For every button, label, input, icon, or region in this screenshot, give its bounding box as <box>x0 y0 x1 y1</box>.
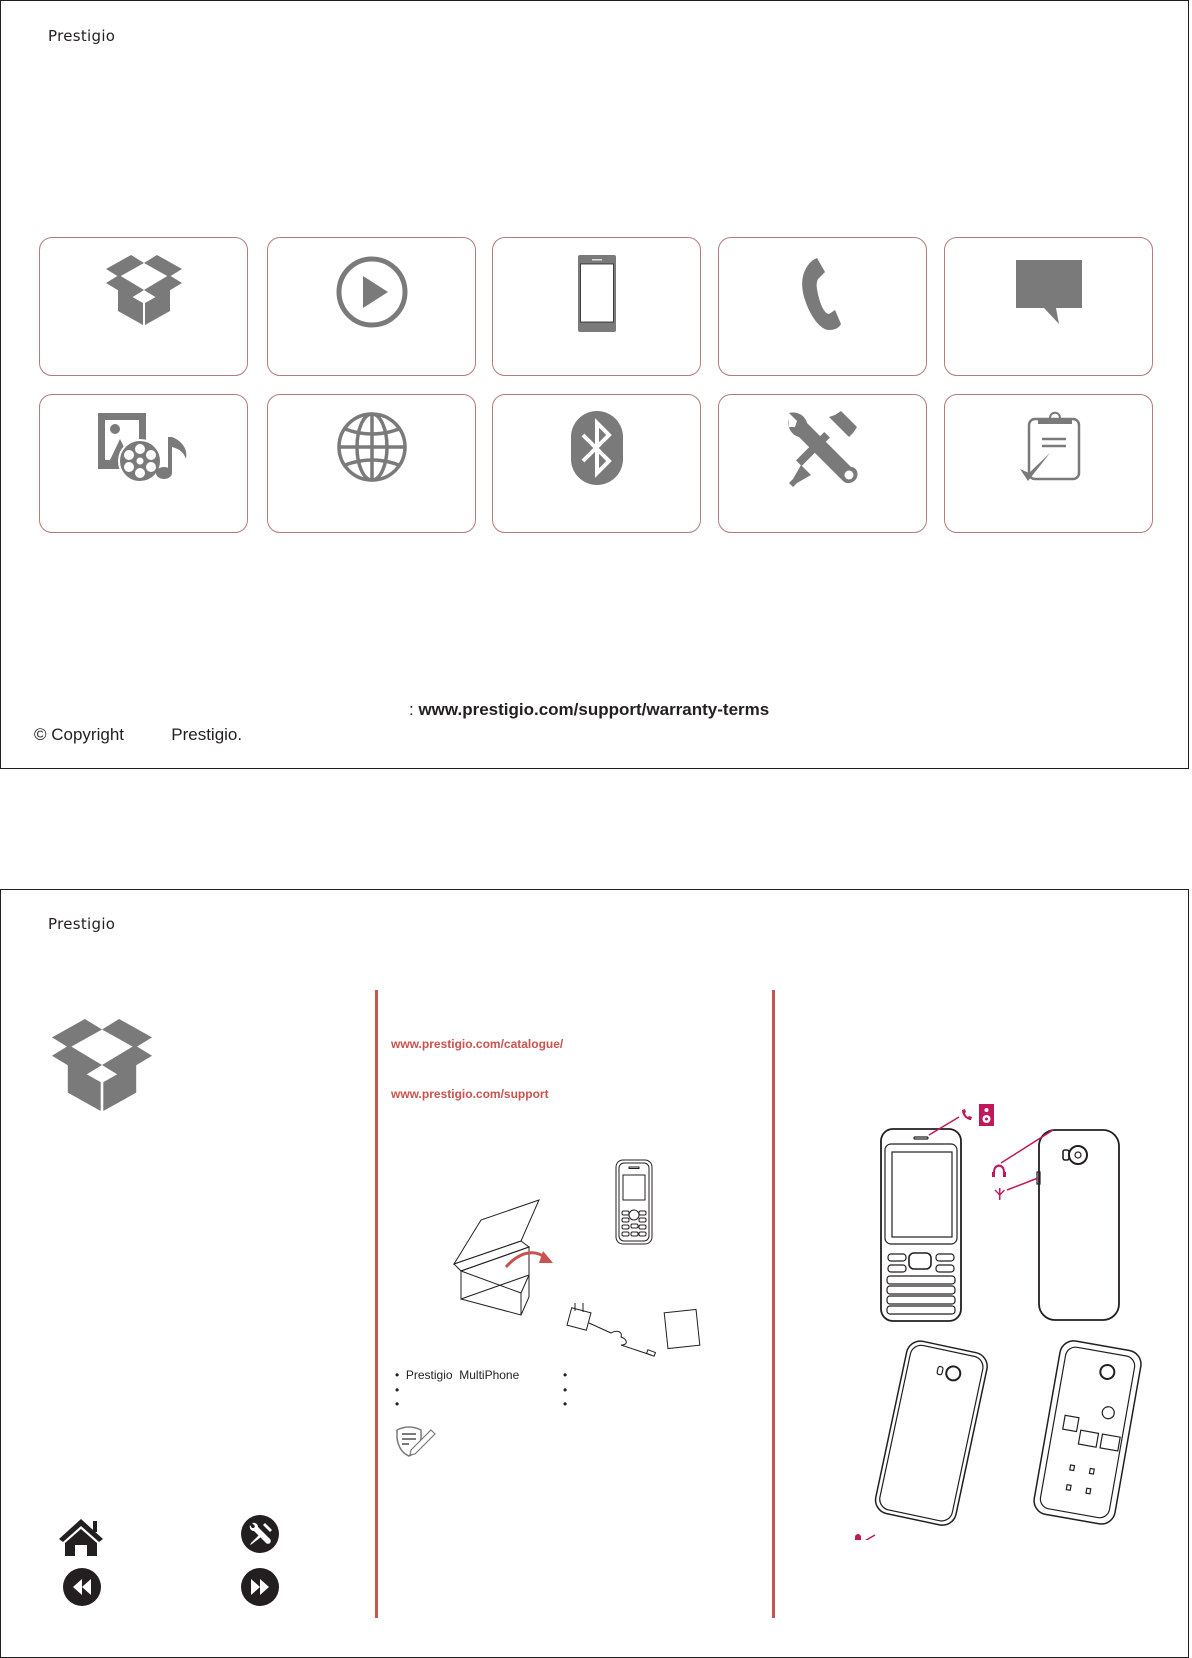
phone-open-drawing <box>1033 1340 1142 1525</box>
tools-icon <box>787 411 858 487</box>
copyright-notice: © Copyright Prestigio. <box>34 725 243 744</box>
column-divider-right <box>772 990 775 1618</box>
tools-circle-icon[interactable] <box>241 1515 279 1553</box>
microphone-callout-icon <box>853 1534 863 1540</box>
box-contents-illustration <box>452 1159 701 1357</box>
feature-phone-drawing <box>615 1159 653 1245</box>
back-cover-drawing <box>874 1340 988 1526</box>
box-contents-list-right: • • • <box>563 1368 567 1412</box>
box-contents-list-left: • Prestigio MultiPhone • • <box>395 1368 519 1412</box>
list-item: • <box>563 1382 568 1397</box>
headphone-callout-icon <box>992 1164 1006 1177</box>
support-link[interactable]: www.prestigio.com/support <box>391 1087 549 1101</box>
column-divider-left <box>375 990 378 1618</box>
cover-page: Prestigio: www.prestigio.com/support/wa… <box>0 0 1189 769</box>
user-manual-drawing <box>663 1308 701 1350</box>
multimedia-icon <box>97 413 186 483</box>
list-item: • Prestigio MultiPhone <box>395 1368 520 1382</box>
bluetooth-icon <box>570 411 623 485</box>
tile-settings[interactable] <box>718 394 927 533</box>
tile-device-overview[interactable] <box>492 237 701 376</box>
headphone-callout-line <box>1000 1129 1054 1164</box>
warranty-terms: : www.prestigio.com/support/warranty-ter… <box>409 700 769 720</box>
phone-back-drawing <box>1036 1129 1120 1321</box>
tile-calls[interactable] <box>718 237 927 376</box>
prestigio-logo: Prestigio <box>48 27 116 45</box>
gift-box-drawing <box>452 1199 540 1316</box>
clipboard-check-icon <box>1019 411 1080 481</box>
tile-multimedia[interactable] <box>39 394 248 533</box>
list-item: • <box>563 1397 568 1411</box>
open-box-icon <box>105 255 182 325</box>
tile-internet[interactable] <box>267 394 476 533</box>
fast-forward-icon[interactable] <box>241 1568 279 1606</box>
play-circle-icon <box>336 256 407 328</box>
warranty-terms-link[interactable]: www.prestigio.com/support/warranty-terms <box>418 700 769 719</box>
charger-drawing <box>566 1303 657 1357</box>
globe-icon <box>336 412 407 482</box>
speech-bubble-icon <box>1015 260 1082 324</box>
prestigio-logo: Prestigio <box>48 915 116 933</box>
tile-bluetooth[interactable] <box>492 394 701 533</box>
home-icon[interactable] <box>58 1518 104 1556</box>
earpiece-callout-line <box>928 1116 960 1136</box>
smartphone-icon <box>577 255 616 332</box>
box-contents-page: Prestigio www.prestigio.com/catalogue/ w… <box>0 889 1189 1658</box>
list-item: • <box>563 1368 568 1382</box>
rewind-icon[interactable] <box>63 1568 101 1606</box>
mic-callout-line <box>864 1534 876 1540</box>
catalogue-link[interactable]: www.prestigio.com/catalogue/ <box>391 1037 563 1051</box>
call-callout-icon <box>962 1109 972 1120</box>
open-box-icon <box>52 1018 152 1112</box>
device-diagram <box>853 1104 1142 1540</box>
arrow-drawing <box>504 1251 547 1269</box>
tile-specifications[interactable] <box>944 394 1153 533</box>
phone-front-drawing <box>880 1128 962 1322</box>
phone-handset-icon <box>801 258 841 330</box>
list-item: • <box>395 1397 400 1411</box>
usb-callout-line <box>1006 1177 1039 1191</box>
tile-messaging[interactable] <box>944 237 1153 376</box>
usb-callout-icon <box>994 1188 1005 1200</box>
tile-box-contents[interactable] <box>39 237 248 376</box>
tile-getting-started[interactable] <box>267 237 476 376</box>
note-icon <box>396 1426 436 1457</box>
list-item: • <box>395 1382 400 1397</box>
speaker-callout-icon <box>979 1104 994 1126</box>
